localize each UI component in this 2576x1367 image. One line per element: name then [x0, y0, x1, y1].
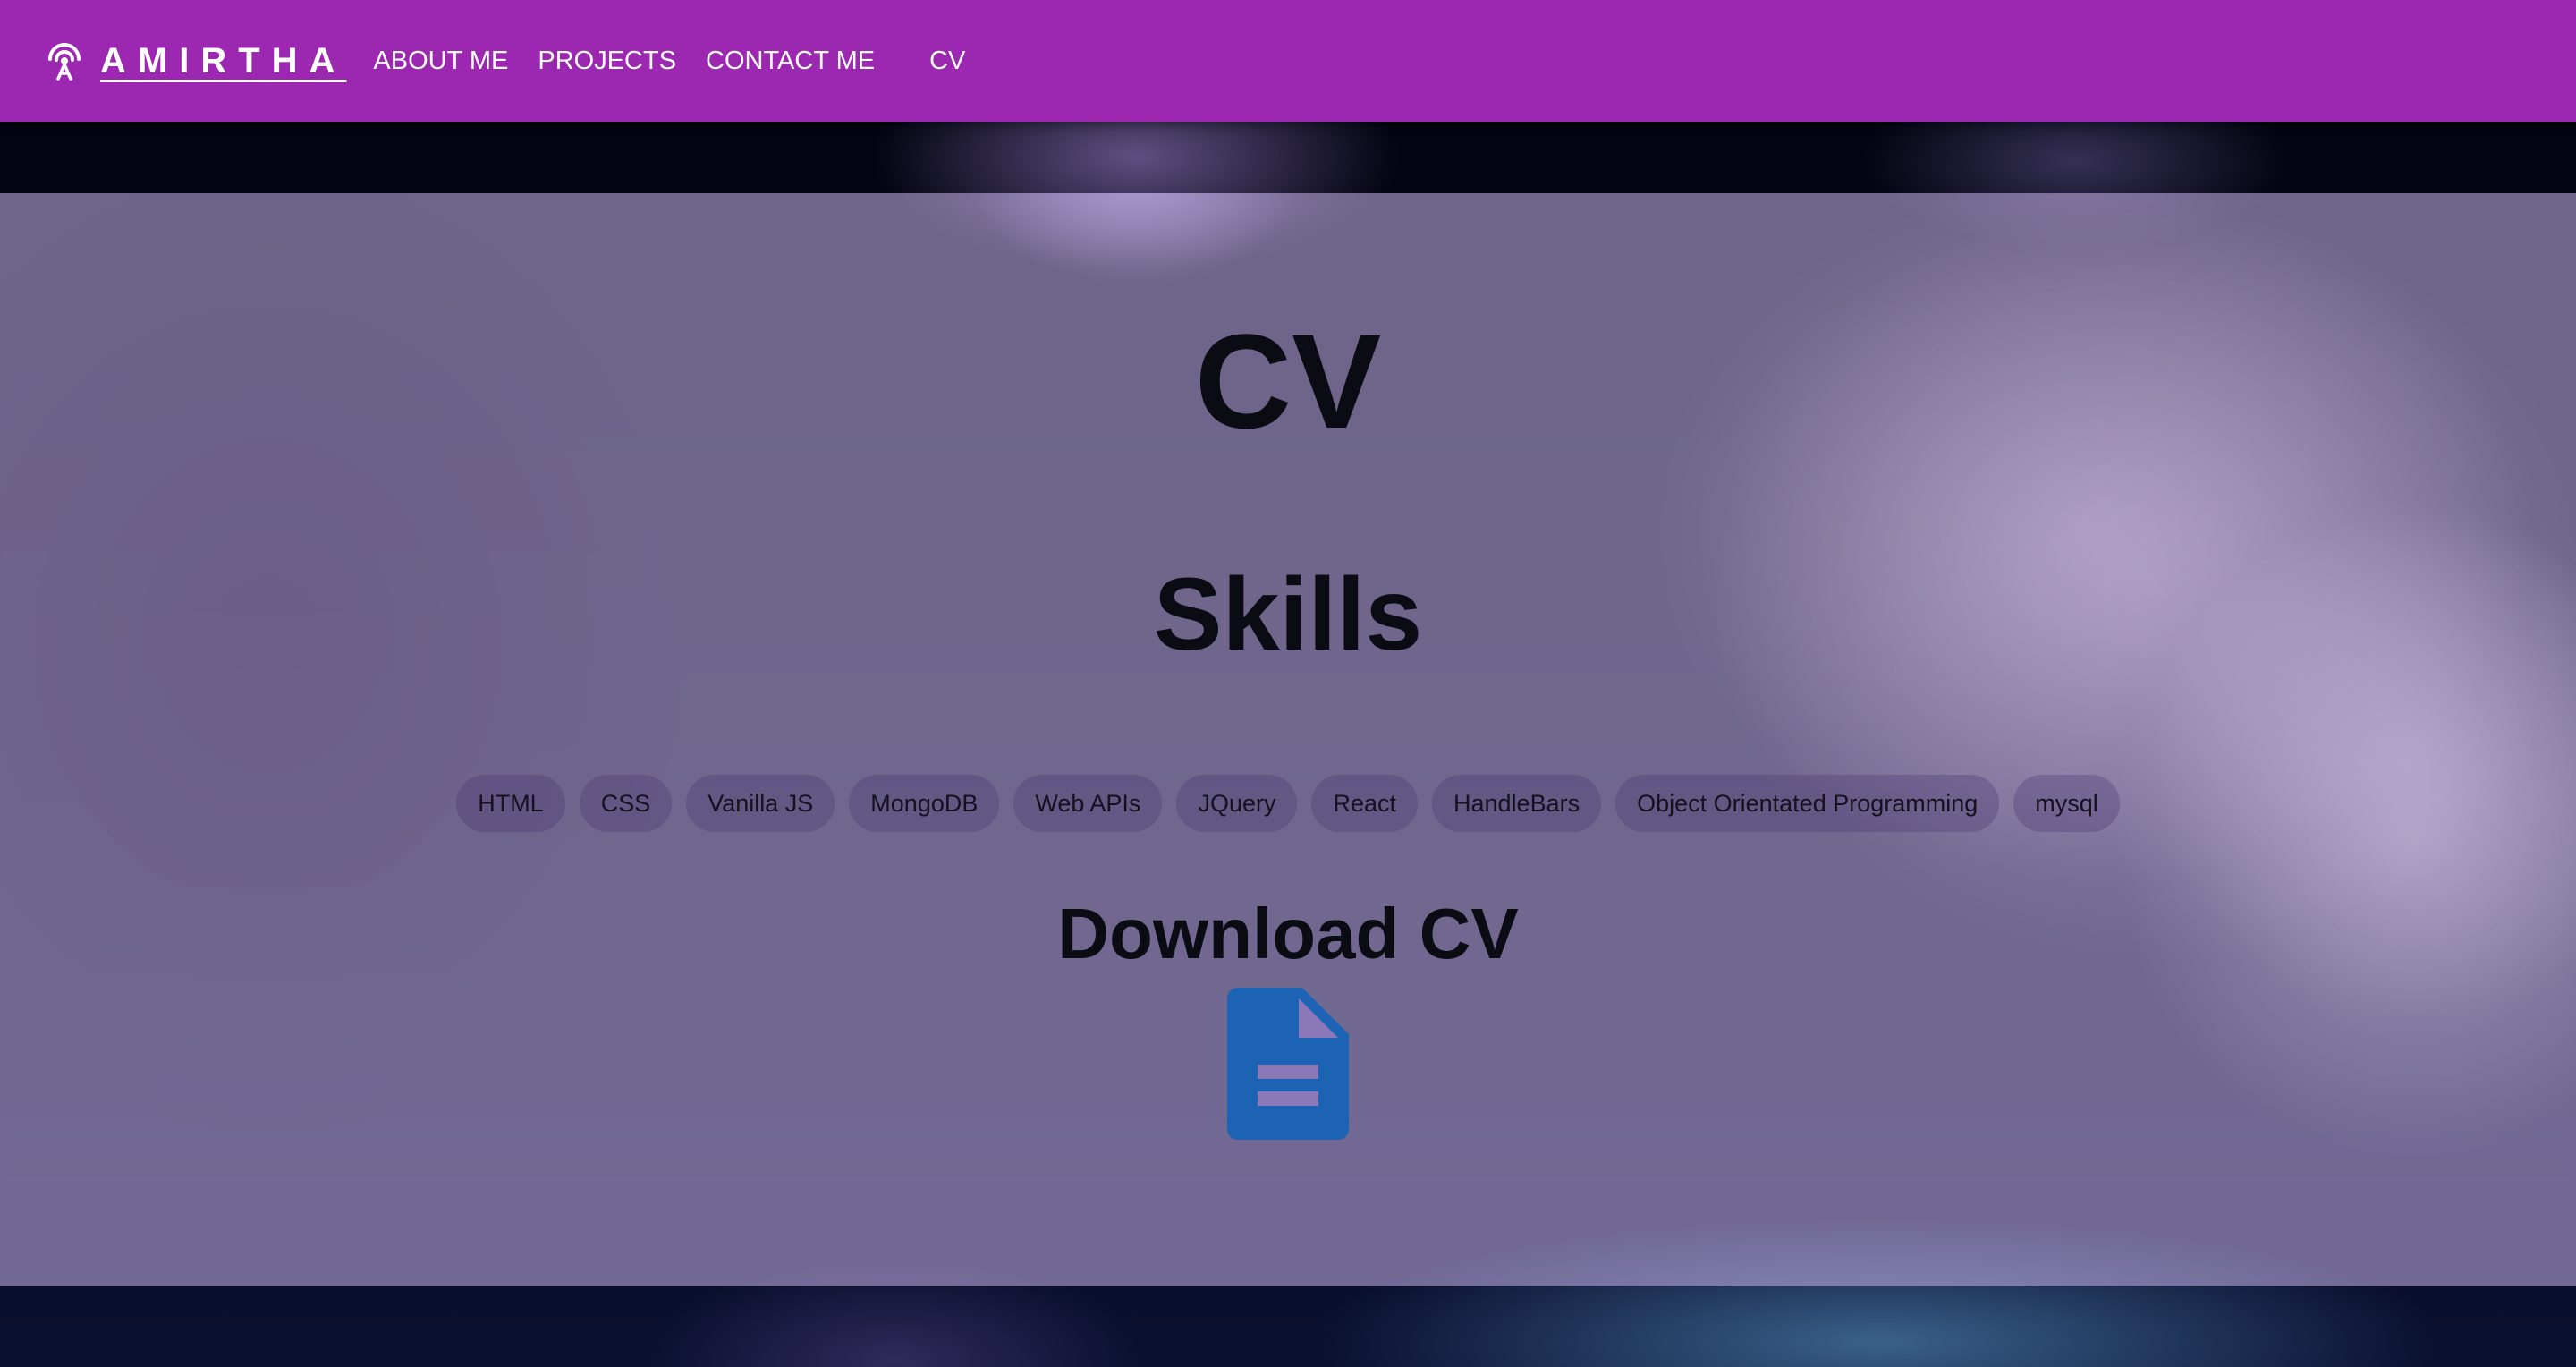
brand-link[interactable]: AMIRTHA — [43, 39, 346, 82]
nav-links: ABOUT ME PROJECTS CONTACT ME CV — [373, 47, 995, 76]
document-icon[interactable] — [1227, 988, 1349, 1140]
skill-chip: Object Orientated Programming — [1615, 775, 2000, 832]
cv-section: CV Skills HTML CSS Vanilla JS MongoDB We… — [0, 193, 2576, 1286]
skills-list: HTML CSS Vanilla JS MongoDB Web APIs JQu… — [0, 775, 2576, 832]
skill-chip: HandleBars — [1432, 775, 1602, 832]
skill-chip: JQuery — [1176, 775, 1298, 832]
nav-link-contact-me[interactable]: CONTACT ME — [706, 47, 875, 76]
skill-chip: React — [1311, 775, 1419, 832]
download-cv-heading: Download CV — [1057, 894, 1519, 973]
skill-chip: MongoDB — [849, 775, 1000, 832]
nav-link-projects[interactable]: PROJECTS — [538, 47, 676, 76]
skill-chip: mysql — [2013, 775, 2120, 832]
skill-chip: HTML — [456, 775, 565, 832]
nav-link-about-me[interactable]: ABOUT ME — [373, 47, 508, 76]
brand-name: AMIRTHA — [100, 40, 347, 81]
skill-chip: CSS — [579, 775, 673, 832]
skill-chip: Vanilla JS — [686, 775, 835, 832]
top-navbar: AMIRTHA ABOUT ME PROJECTS CONTACT ME CV — [0, 0, 2576, 122]
skill-chip: Web APIs — [1013, 775, 1163, 832]
nav-link-cv[interactable]: CV — [929, 47, 965, 76]
skills-heading: Skills — [1153, 557, 1423, 672]
radio-tower-icon — [43, 39, 86, 82]
page-title: CV — [1194, 306, 1382, 456]
